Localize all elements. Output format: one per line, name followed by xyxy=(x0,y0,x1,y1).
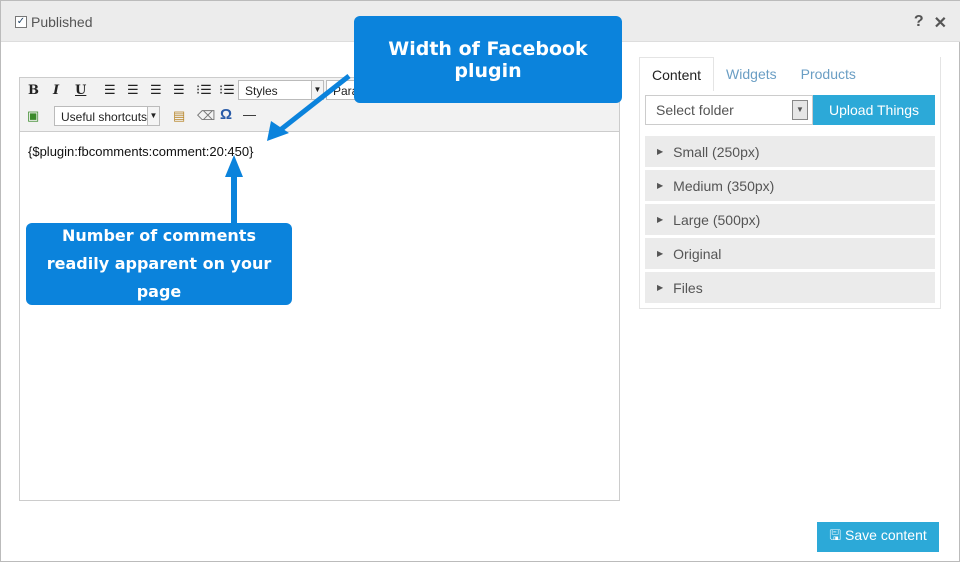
caret-right-icon: ▶ xyxy=(657,283,664,292)
folder-placeholder: Select folder xyxy=(656,102,734,118)
tab-content[interactable]: Content xyxy=(639,57,715,91)
arrow-width xyxy=(277,74,351,133)
accordion-label: Medium (350px) xyxy=(673,178,775,194)
chevron-down-icon: ▼ xyxy=(792,100,808,120)
save-content-button[interactable]: 🖫 Save content xyxy=(817,522,939,552)
accordion-label: Small (250px) xyxy=(673,144,760,160)
caret-right-icon: ▶ xyxy=(657,215,664,224)
save-label: Save content xyxy=(845,527,927,543)
tab-widgets[interactable]: Widgets xyxy=(714,57,789,91)
callout-comments: Number of comments readily apparent on y… xyxy=(26,223,292,305)
arrowhead-comments xyxy=(225,155,243,177)
floppy-icon: 🖫 xyxy=(829,527,846,543)
caret-right-icon: ▶ xyxy=(657,147,664,156)
accordion-medium[interactable]: ▶ Medium (350px) xyxy=(645,170,935,201)
folder-select[interactable]: Select folder ▼ xyxy=(645,95,813,125)
accordion-large[interactable]: ▶ Large (500px) xyxy=(645,204,935,235)
accordion-small[interactable]: ▶ Small (250px) xyxy=(645,136,935,167)
accordion-original[interactable]: ▶ Original xyxy=(645,238,935,269)
upload-button[interactable]: Upload Things xyxy=(813,95,935,125)
sidebar-tabs: Content Widgets Products xyxy=(639,57,868,91)
caret-right-icon: ▶ xyxy=(657,181,664,190)
accordion-label: Original xyxy=(673,246,722,262)
accordion-label: Files xyxy=(673,280,703,296)
callout-width: Width of Facebook plugin xyxy=(354,16,622,103)
accordion-label: Large (500px) xyxy=(673,212,761,228)
caret-right-icon: ▶ xyxy=(657,249,664,258)
tab-products[interactable]: Products xyxy=(789,57,868,91)
accordion-files[interactable]: ▶ Files xyxy=(645,272,935,303)
